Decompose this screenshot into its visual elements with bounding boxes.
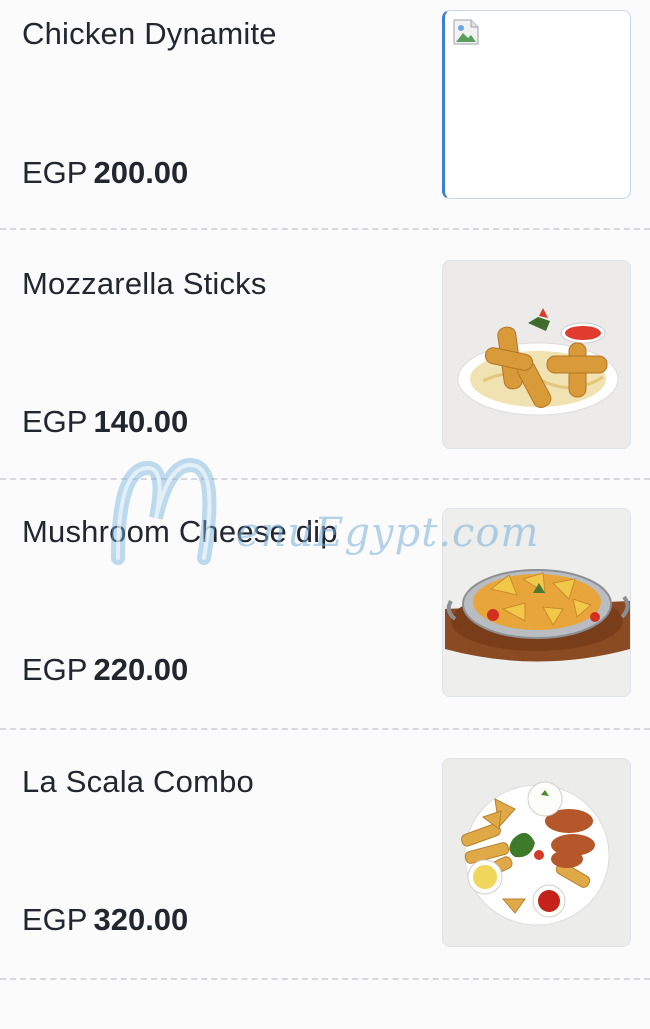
mozzarella-sticks-photo [443,261,630,448]
la-scala-combo-photo [443,759,630,946]
item-price: EGP 200.00 [22,155,188,191]
item-name: Chicken Dynamite [22,16,277,51]
item-name: Mushroom Cheese dip [22,514,338,549]
price-amount: 320.00 [93,902,189,937]
menu-item[interactable]: Chicken Dynamite EGP 200.00 [0,0,650,230]
menu-item[interactable]: La Scala Combo EGP 320.00 [0,730,650,980]
item-price: EGP 140.00 [22,404,188,440]
currency-label: EGP [22,902,88,937]
item-name: Mozzarella Sticks [22,266,267,301]
item-image[interactable] [442,10,631,199]
price-amount: 140.00 [93,404,189,439]
currency-label: EGP [22,652,88,687]
price-amount: 200.00 [93,155,189,190]
menu-page: Chicken Dynamite EGP 200.00 Mozzarella St… [0,0,650,1029]
item-image[interactable] [442,260,631,449]
currency-label: EGP [22,404,88,439]
item-name: La Scala Combo [22,764,254,799]
mushroom-cheese-dip-photo [443,509,630,696]
item-image[interactable] [442,508,631,697]
broken-image-icon [453,19,479,45]
item-image[interactable] [442,758,631,947]
currency-label: EGP [22,155,88,190]
item-price: EGP 220.00 [22,652,188,688]
menu-item[interactable]: Mushroom Cheese dip EGP 220.00 [0,480,650,730]
price-amount: 220.00 [93,652,189,687]
menu-item[interactable]: Mozzarella Sticks EGP 140.00 [0,230,650,480]
item-price: EGP 320.00 [22,902,188,938]
